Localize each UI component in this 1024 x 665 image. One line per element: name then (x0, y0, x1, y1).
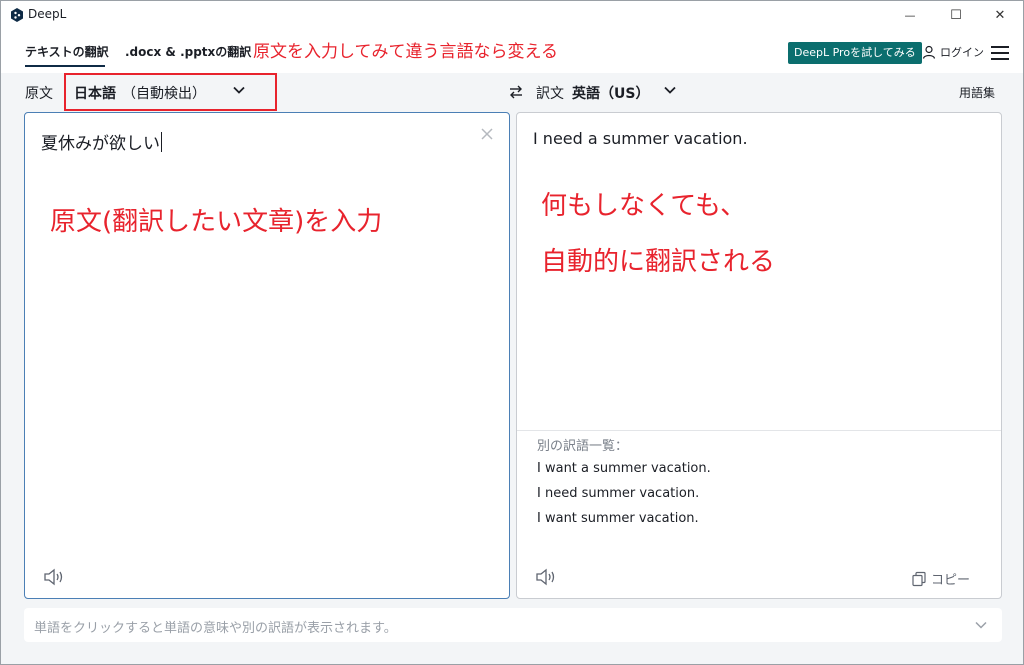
auto-detect-label: （自動検出） (122, 86, 206, 102)
alternative-translation[interactable]: I need summer vacation. (537, 486, 699, 501)
close-button[interactable]: ✕ (977, 1, 1023, 29)
speaker-icon[interactable] (535, 568, 557, 586)
chevron-down-icon (233, 86, 245, 94)
speaker-icon[interactable] (43, 568, 65, 586)
source-label: 原文 (25, 86, 53, 102)
alternatives-heading: 別の訳語一覧： (537, 439, 629, 454)
tab-text-translation[interactable]: テキストの翻訳 (25, 43, 109, 60)
maximize-button[interactable]: ☐ (933, 1, 979, 29)
glossary-button[interactable]: 用語集 (959, 84, 995, 101)
target-text-panel: I need a summer vacation. 何もしなくても、 自動的に翻… (516, 112, 1002, 599)
translated-text[interactable]: I need a summer vacation. (533, 129, 748, 148)
tab-document-translation[interactable]: .docx & .pptxの翻訳 (125, 43, 251, 60)
deepl-logo-icon (11, 8, 23, 22)
active-tab-indicator (25, 65, 105, 67)
hamburger-menu-icon[interactable] (991, 46, 1009, 60)
dictionary-hint-text: 単語をクリックすると単語の意味や別の訳語が表示されます。 (34, 621, 397, 636)
annotation-auto-translate-line2: 自動的に翻訳される (541, 247, 776, 277)
target-language-selector[interactable]: 英語（US） (572, 83, 649, 103)
source-language-selector[interactable]: 日本語 （自動検出） (64, 73, 277, 111)
alternatives-divider (517, 430, 1001, 431)
alternative-translation[interactable]: I want a summer vacation. (537, 461, 711, 476)
copy-icon (912, 571, 926, 586)
maximize-icon: ☐ (950, 7, 962, 23)
dictionary-hint-bar[interactable]: 単語をクリックすると単語の意味や別の訳語が表示されます。 (24, 608, 1002, 642)
minimize-button[interactable]: — (887, 1, 933, 29)
login-label: ログイン (940, 46, 984, 59)
try-deepl-pro-button[interactable]: DeepL Proを試してみる (788, 42, 922, 64)
minimize-icon: — (904, 8, 916, 22)
source-text-panel[interactable]: 夏休みが欲しい 原文(翻訳したい文章)を入力 (24, 112, 510, 599)
annotation-auto-translate-line1: 何もしなくても、 (541, 191, 747, 221)
close-icon: ✕ (994, 7, 1006, 23)
source-language-value: 日本語 （自動検出） (74, 86, 206, 102)
login-button[interactable]: ログイン (922, 44, 984, 60)
title-bar: DeepL — ☐ ✕ (1, 1, 1023, 29)
target-label: 訳文 (536, 86, 564, 102)
copy-button[interactable]: コピー (911, 569, 970, 588)
source-text-input[interactable]: 夏休みが欲しい (41, 129, 162, 154)
chevron-down-icon[interactable] (663, 83, 677, 97)
clear-text-icon[interactable] (480, 127, 494, 141)
swap-languages-icon[interactable] (509, 85, 523, 99)
app-window: DeepL — ☐ ✕ テキストの翻訳 .docx & .pptxの翻訳 原文を… (0, 0, 1024, 665)
annotation-language-hint: 原文を入力してみて違う言語なら変える (253, 42, 558, 62)
copy-label: コピー (931, 573, 971, 588)
user-icon (922, 45, 936, 59)
top-toolbar: テキストの翻訳 .docx & .pptxの翻訳 原文を入力してみて違う言語なら… (1, 29, 1023, 73)
text-caret (161, 132, 162, 152)
annotation-input-hint: 原文(翻訳したい文章)を入力 (50, 207, 383, 237)
window-title: DeepL (28, 7, 67, 21)
alternative-translation[interactable]: I want summer vacation. (537, 511, 699, 526)
language-bar: 原文 日本語 （自動検出） 訳文 英語（US） 用語集 (1, 73, 1023, 111)
chevron-down-icon[interactable] (974, 618, 988, 632)
